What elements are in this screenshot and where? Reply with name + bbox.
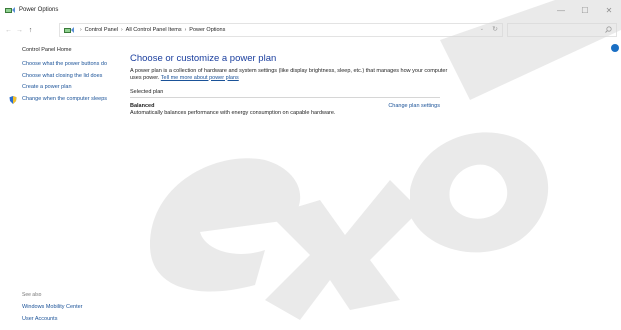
window-controls: — ☐ ✕ <box>549 0 621 20</box>
search-input[interactable] <box>507 23 617 37</box>
refresh-icon[interactable]: ↻ <box>492 25 498 33</box>
page-description: A power plan is a collection of hardware… <box>130 68 460 81</box>
plan-description: Automatically balances performance with … <box>130 110 336 116</box>
sidebar-item-closing-lid[interactable]: Choose what closing the lid does <box>22 73 107 80</box>
sidebar-item-create-plan[interactable]: Create a power plan <box>22 84 107 91</box>
sidebar-item-label: Change when the computer sleeps <box>22 95 107 102</box>
uac-shield-icon <box>9 95 17 104</box>
breadcrumb-control-panel[interactable]: Control Panel <box>85 27 118 33</box>
sidebar-item-control-panel-home[interactable]: Control Panel Home <box>22 47 112 53</box>
selected-plan-heading: Selected plan <box>130 89 440 98</box>
power-options-icon <box>5 6 15 15</box>
window-title: Power Options <box>19 7 59 13</box>
close-button[interactable]: ✕ <box>597 0 621 20</box>
breadcrumb-separator: › <box>184 27 187 33</box>
see-also-title: See also <box>22 292 42 298</box>
help-icon[interactable] <box>611 44 619 52</box>
back-button[interactable]: ← <box>3 23 14 37</box>
main-content: Choose or customize a power plan A power… <box>130 53 470 116</box>
control-panel-icon <box>64 26 74 35</box>
maximize-button[interactable]: ☐ <box>573 0 597 20</box>
title-bar: Power Options — ☐ ✕ <box>0 0 621 20</box>
see-also-mobility-center[interactable]: Windows Mobility Center <box>22 304 83 310</box>
address-bar[interactable]: › Control Panel › All Control Panel Item… <box>59 23 503 37</box>
see-also-user-accounts[interactable]: User Accounts <box>22 316 83 322</box>
sidebar: Control Panel Home Choose what the power… <box>9 47 112 107</box>
up-button[interactable]: ↑ <box>25 23 36 37</box>
see-also-section: See also Windows Mobility Center User Ac… <box>22 292 83 328</box>
forward-button[interactable]: → <box>14 23 25 37</box>
power-plans-help-link[interactable]: Tell me more about power plans <box>161 75 239 81</box>
breadcrumb-all-items[interactable]: All Control Panel Items <box>126 27 182 33</box>
breadcrumb-separator: › <box>121 27 123 33</box>
search-icon <box>605 26 612 33</box>
plan-row: Balanced Automatically balances performa… <box>130 103 440 116</box>
sidebar-item-computer-sleeps[interactable]: Change when the computer sleeps <box>9 95 107 104</box>
change-plan-settings-link[interactable]: Change plan settings <box>388 103 440 109</box>
sidebar-item-power-buttons[interactable]: Choose what the power buttons do <box>22 61 107 68</box>
breadcrumb-power-options[interactable]: Power Options <box>189 27 225 33</box>
page-title: Choose or customize a power plan <box>130 53 277 64</box>
address-dropdown-icon[interactable]: ⌄ <box>480 26 484 32</box>
nav-buttons: ← → ↑ <box>3 23 36 37</box>
breadcrumb-separator: › <box>80 27 82 33</box>
navigation-bar: ← → ↑ › Control Panel › All Control Pane… <box>0 22 621 38</box>
minimize-button[interactable]: — <box>549 0 573 20</box>
